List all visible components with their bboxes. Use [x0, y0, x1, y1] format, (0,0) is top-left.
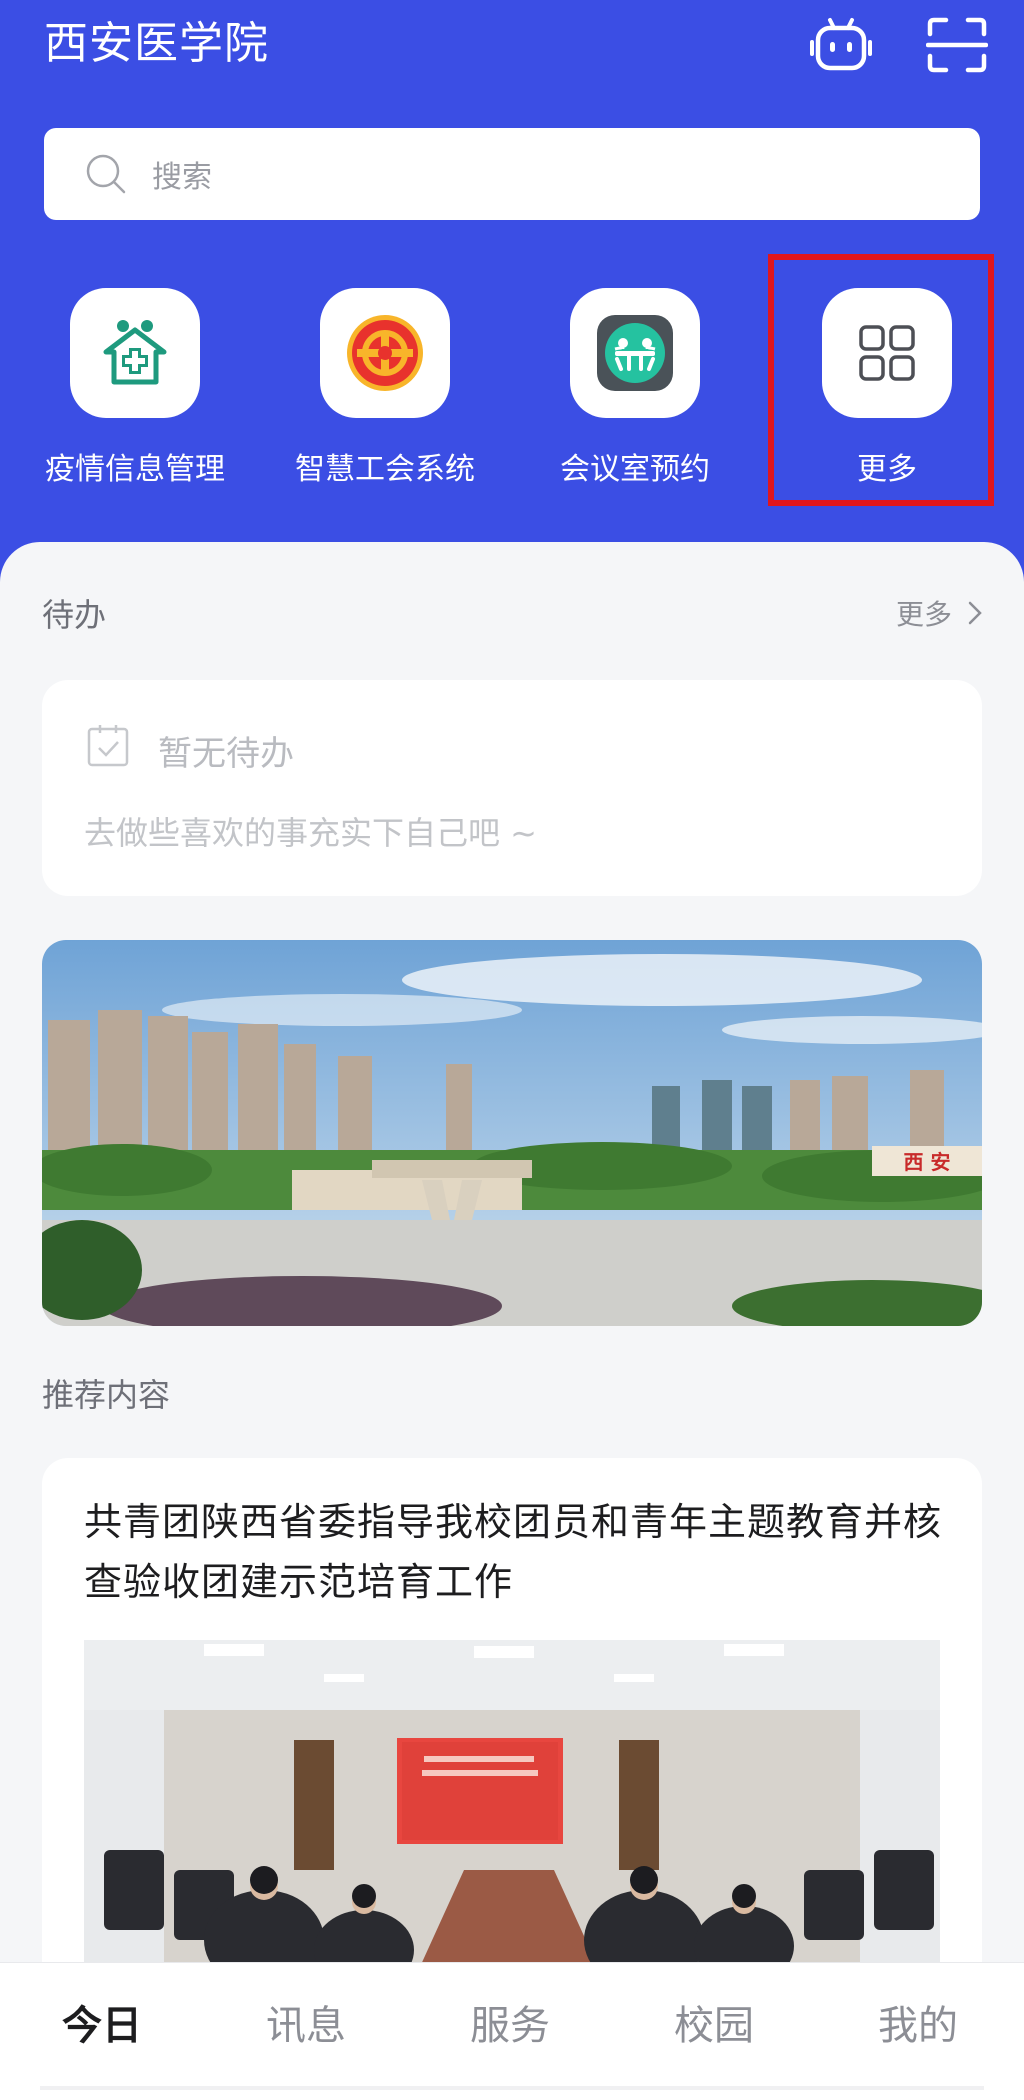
search-placeholder: 搜索: [152, 160, 212, 195]
campus-banner-image: 西 安: [42, 940, 982, 1326]
nav-today[interactable]: 今日: [0, 1993, 204, 2051]
app-label: 智慧工会系统: [295, 452, 475, 487]
app-tile: [70, 288, 200, 418]
todo-section-header: 待办 更多: [42, 588, 982, 638]
search-input[interactable]: 搜索: [44, 128, 980, 220]
app-epidemic-info[interactable]: 疫情信息管理: [10, 288, 260, 488]
recommend-section-title: 推荐内容: [42, 1376, 171, 1414]
bottom-nav: 今日 讯息 服务 校园 我的: [0, 1962, 1024, 2100]
home-indicator: [40, 2086, 984, 2090]
todo-empty-hint: 去做些喜欢的事充实下自己吧 ~: [84, 814, 537, 852]
meeting-photo-image: [84, 1640, 940, 1978]
highlight-box: [768, 254, 994, 506]
calendar-check-icon: [87, 725, 129, 767]
app-tile: [320, 288, 450, 418]
main-content: 待办 更多 暂无待办 去做些喜欢的事充实下自己吧 ~ 西 安 推荐内容 共青团陕…: [0, 542, 1024, 1978]
robot-icon[interactable]: [810, 16, 872, 74]
app-tile: [570, 288, 700, 418]
chevron-right-icon: [968, 601, 982, 625]
more-label: 更多: [895, 598, 952, 631]
nav-messages[interactable]: 讯息: [204, 1993, 408, 2051]
todo-section-title: 待办: [42, 596, 107, 634]
todo-card: 暂无待办 去做些喜欢的事充实下自己吧 ~: [42, 680, 982, 896]
article-title[interactable]: 共青团陕西省委指导我校团员和青年主题教育并核查验收团建示范培育工作: [84, 1492, 944, 1612]
app-trade-union[interactable]: 智慧工会系统: [260, 288, 510, 488]
app-title: 西安医学院: [44, 18, 269, 69]
recommend-section-header: 推荐内容: [42, 1368, 982, 1418]
trade-union-emblem-icon: [347, 315, 423, 391]
todo-more-link[interactable]: 更多: [896, 593, 982, 633]
epidemic-house-icon: [103, 320, 167, 385]
meeting-room-icon: [597, 315, 673, 391]
nav-services[interactable]: 服务: [408, 1993, 612, 2051]
article-photo: [84, 1640, 940, 1978]
scan-icon[interactable]: [925, 16, 989, 74]
app-label: 会议室预约: [560, 452, 710, 487]
header-bar: 西安医学院 搜索 疫情信息管理 智慧工会系统 会议室预约 更多: [0, 0, 1024, 600]
nav-mine[interactable]: 我的: [816, 1993, 1020, 2051]
search-icon: [86, 154, 126, 194]
todo-empty-title: 暂无待办: [158, 734, 294, 774]
article-card[interactable]: 共青团陕西省委指导我校团员和青年主题教育并核查验收团建示范培育工作: [42, 1458, 982, 1978]
campus-banner[interactable]: 西 安: [42, 940, 982, 1326]
banner-sign-text: 西 安: [904, 1150, 951, 1174]
app-label: 疫情信息管理: [45, 452, 225, 487]
app-meeting-room[interactable]: 会议室预约: [510, 288, 760, 488]
nav-campus[interactable]: 校园: [612, 1993, 816, 2051]
